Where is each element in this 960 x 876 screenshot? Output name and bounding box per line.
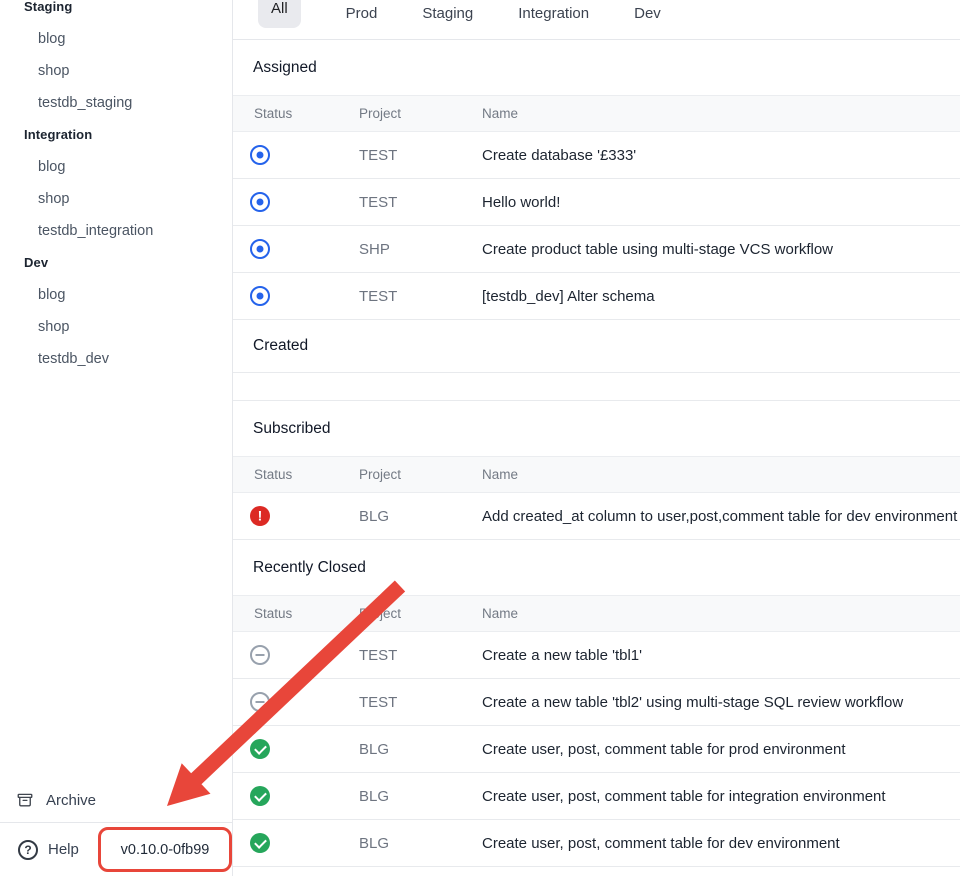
help-row: Help v0.10.0-0fb99: [0, 823, 232, 876]
table-header: Status Project Name: [233, 95, 960, 132]
table-row[interactable]: SHP Create product table using multi-sta…: [233, 226, 960, 273]
project-key: TEST: [359, 147, 482, 164]
project-key: SHP: [359, 241, 482, 258]
sidebar-item-integration-blog[interactable]: blog: [0, 151, 232, 183]
issue-name: Create product table using multi-stage V…: [482, 241, 960, 258]
sidebar-item-dev-blog[interactable]: blog: [0, 279, 232, 311]
help-icon[interactable]: [18, 840, 38, 860]
app-window: Staging blog shop testdb_staging Integra…: [0, 0, 960, 876]
done-status-icon: [250, 786, 270, 806]
project-key: BLG: [359, 508, 482, 525]
section-title: Recently Closed: [233, 540, 960, 595]
env-group-integration: Integration: [0, 119, 232, 151]
table-row[interactable]: TEST Hello world!: [233, 179, 960, 226]
tab-dev[interactable]: Dev: [634, 0, 661, 28]
issue-name: Create a new table 'tbl1': [482, 647, 960, 664]
sidebar-item-testdb-dev[interactable]: testdb_dev: [0, 343, 232, 375]
empty-table-body: [233, 372, 960, 401]
section-recently-closed: Recently Closed Status Project Name TEST…: [233, 540, 960, 867]
issue-name: [testdb_dev] Alter schema: [482, 288, 960, 305]
issue-name: Create user, post, comment table for int…: [482, 788, 960, 805]
project-key: BLG: [359, 835, 482, 852]
main-content: All Prod Staging Integration Dev Assigne…: [233, 0, 960, 876]
issue-name: Create user, post, comment table for dev…: [482, 835, 960, 852]
sidebar-item-staging-blog[interactable]: blog: [0, 23, 232, 55]
issue-name: Create a new table 'tbl2' using multi-st…: [482, 694, 960, 711]
tab-staging[interactable]: Staging: [422, 0, 473, 28]
project-key: TEST: [359, 647, 482, 664]
project-key: BLG: [359, 788, 482, 805]
column-project: Project: [359, 467, 482, 482]
column-status: Status: [233, 606, 359, 621]
done-status-icon: [250, 833, 270, 853]
column-name: Name: [482, 606, 960, 621]
database-tree: Staging blog shop testdb_staging Integra…: [0, 0, 232, 375]
project-key: TEST: [359, 194, 482, 211]
table-row[interactable]: TEST [testdb_dev] Alter schema: [233, 273, 960, 320]
error-status-icon: [250, 506, 270, 526]
section-title: Assigned: [233, 40, 960, 95]
column-status: Status: [233, 467, 359, 482]
table-row[interactable]: TEST Create a new table 'tbl1': [233, 632, 960, 679]
issue-name: Add created_at column to user,post,comme…: [482, 508, 960, 525]
environment-tabs: All Prod Staging Integration Dev: [233, 0, 960, 40]
column-name: Name: [482, 467, 960, 482]
tab-all[interactable]: All: [258, 0, 301, 28]
tab-integration[interactable]: Integration: [518, 0, 589, 28]
open-status-icon: [250, 145, 270, 165]
sidebar-item-integration-shop[interactable]: shop: [0, 183, 232, 215]
sidebar-item-testdb-integration[interactable]: testdb_integration: [0, 215, 232, 247]
table-header: Status Project Name: [233, 595, 960, 632]
project-key: TEST: [359, 288, 482, 305]
project-key: TEST: [359, 694, 482, 711]
help-label[interactable]: Help: [48, 841, 79, 858]
table-row[interactable]: BLG Create user, post, comment table for…: [233, 820, 960, 867]
open-status-icon: [250, 286, 270, 306]
table-header: Status Project Name: [233, 456, 960, 493]
archive-icon: [16, 791, 34, 809]
open-status-icon: [250, 239, 270, 259]
sidebar-item-staging-shop[interactable]: shop: [0, 55, 232, 87]
canceled-status-icon: [250, 645, 270, 665]
done-status-icon: [250, 739, 270, 759]
table-row[interactable]: BLG Create user, post, comment table for…: [233, 773, 960, 820]
section-assigned: Assigned Status Project Name TEST Create…: [233, 40, 960, 320]
open-status-icon: [250, 192, 270, 212]
column-project: Project: [359, 606, 482, 621]
sidebar: Staging blog shop testdb_staging Integra…: [0, 0, 233, 876]
sidebar-item-testdb-staging[interactable]: testdb_staging: [0, 87, 232, 119]
archive-link[interactable]: Archive: [0, 778, 232, 822]
sidebar-item-dev-shop[interactable]: shop: [0, 311, 232, 343]
issue-name: Create database '£333': [482, 147, 960, 164]
canceled-status-icon: [250, 692, 270, 712]
section-title: Created: [233, 320, 960, 372]
column-status: Status: [233, 106, 359, 121]
issue-name: Hello world!: [482, 194, 960, 211]
env-group-dev: Dev: [0, 247, 232, 279]
section-title: Subscribed: [233, 401, 960, 456]
version-text: v0.10.0-0fb99: [121, 842, 210, 858]
column-project: Project: [359, 106, 482, 121]
issue-name: Create user, post, comment table for pro…: [482, 741, 960, 758]
table-row[interactable]: BLG Create user, post, comment table for…: [233, 726, 960, 773]
section-created: Created: [233, 320, 960, 401]
archive-label: Archive: [46, 792, 96, 809]
project-key: BLG: [359, 741, 482, 758]
env-group-staging: Staging: [0, 0, 232, 23]
column-name: Name: [482, 106, 960, 121]
table-row[interactable]: BLG Add created_at column to user,post,c…: [233, 493, 960, 540]
table-row[interactable]: TEST Create a new table 'tbl2' using mul…: [233, 679, 960, 726]
table-row[interactable]: TEST Create database '£333': [233, 132, 960, 179]
section-subscribed: Subscribed Status Project Name BLG Add c…: [233, 401, 960, 540]
tab-prod[interactable]: Prod: [346, 0, 378, 28]
version-badge[interactable]: v0.10.0-0fb99: [98, 827, 232, 872]
